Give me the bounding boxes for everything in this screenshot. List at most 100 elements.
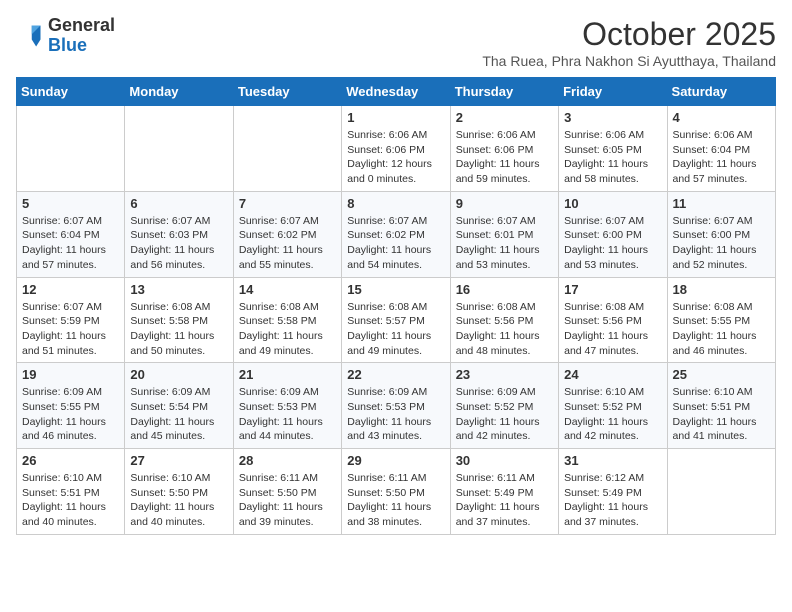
day-number: 21	[239, 367, 336, 382]
day-info: Sunrise: 6:08 AM Sunset: 5:57 PM Dayligh…	[347, 300, 444, 359]
day-number: 25	[673, 367, 770, 382]
weekday-header: Thursday	[450, 78, 558, 106]
day-number: 12	[22, 282, 119, 297]
weekday-header: Monday	[125, 78, 233, 106]
calendar-cell: 17Sunrise: 6:08 AM Sunset: 5:56 PM Dayli…	[559, 277, 667, 363]
calendar-table: SundayMondayTuesdayWednesdayThursdayFrid…	[16, 77, 776, 535]
day-info: Sunrise: 6:09 AM Sunset: 5:53 PM Dayligh…	[347, 385, 444, 444]
day-info: Sunrise: 6:12 AM Sunset: 5:49 PM Dayligh…	[564, 471, 661, 530]
calendar-cell: 5Sunrise: 6:07 AM Sunset: 6:04 PM Daylig…	[17, 191, 125, 277]
subtitle: Tha Ruea, Phra Nakhon Si Ayutthaya, Thai…	[482, 53, 776, 69]
day-info: Sunrise: 6:06 AM Sunset: 6:06 PM Dayligh…	[456, 128, 553, 187]
day-number: 18	[673, 282, 770, 297]
weekday-header: Saturday	[667, 78, 775, 106]
weekday-header: Wednesday	[342, 78, 450, 106]
calendar-cell: 3 Sunrise: 6:06 AM Sunset: 6:05 PM Daylig…	[559, 106, 667, 192]
day-number: 15	[347, 282, 444, 297]
day-info: Sunrise: 6:07 AM Sunset: 6:03 PM Dayligh…	[130, 214, 227, 273]
day-number: 22	[347, 367, 444, 382]
day-info: Sunrise: 6:07 AM Sunset: 6:01 PM Dayligh…	[456, 214, 553, 273]
calendar-cell: 2Sunrise: 6:06 AM Sunset: 6:06 PM Daylig…	[450, 106, 558, 192]
calendar-cell: 23Sunrise: 6:09 AM Sunset: 5:52 PM Dayli…	[450, 363, 558, 449]
day-info: Sunrise: 6:08 AM Sunset: 5:55 PM Dayligh…	[673, 300, 770, 359]
day-number: 19	[22, 367, 119, 382]
day-number: 27	[130, 453, 227, 468]
day-info: Sunrise: 6:10 AM Sunset: 5:51 PM Dayligh…	[673, 385, 770, 444]
day-info: Sunrise: 6:06 AM Sunset: 6:04 PM Dayligh…	[673, 128, 770, 187]
calendar-cell: 13 Sunrise: 6:08 AM Sunset: 5:58 PM Dayli…	[125, 277, 233, 363]
calendar-week-row: 12 Sunrise: 6:07 AM Sunset: 5:59 PM Dayli…	[17, 277, 776, 363]
day-number: 7	[239, 196, 336, 211]
day-info: Sunrise: 6:08 AM Sunset: 5:58 PM Dayligh…	[239, 300, 336, 359]
day-info: Sunrise: 6:09 AM Sunset: 5:52 PM Dayligh…	[456, 385, 553, 444]
logo-icon	[16, 22, 44, 50]
day-info: Sunrise: 6:07 AM Sunset: 6:02 PM Dayligh…	[347, 214, 444, 273]
day-info: Sunrise: 6:07 AM Sunset: 5:59 PM Dayligh…	[22, 300, 119, 359]
day-number: 13	[130, 282, 227, 297]
calendar-cell: 6Sunrise: 6:07 AM Sunset: 6:03 PM Daylig…	[125, 191, 233, 277]
day-info: Sunrise: 6:11 AM Sunset: 5:50 PM Dayligh…	[347, 471, 444, 530]
day-info: Sunrise: 6:10 AM Sunset: 5:52 PM Dayligh…	[564, 385, 661, 444]
day-info: Sunrise: 6:11 AM Sunset: 5:50 PM Dayligh…	[239, 471, 336, 530]
calendar-cell: 31 Sunrise: 6:12 AM Sunset: 5:49 PM Dayli…	[559, 449, 667, 535]
logo-text: General Blue	[48, 16, 115, 56]
calendar-cell: 20 Sunrise: 6:09 AM Sunset: 5:54 PM Dayli…	[125, 363, 233, 449]
day-number: 3	[564, 110, 661, 125]
day-number: 31	[564, 453, 661, 468]
calendar-cell: 8 Sunrise: 6:07 AM Sunset: 6:02 PM Daylig…	[342, 191, 450, 277]
calendar-cell: 16 Sunrise: 6:08 AM Sunset: 5:56 PM Dayli…	[450, 277, 558, 363]
day-number: 28	[239, 453, 336, 468]
day-number: 5	[22, 196, 119, 211]
calendar-cell: 1Sunrise: 6:06 AM Sunset: 6:06 PM Daylig…	[342, 106, 450, 192]
day-number: 17	[564, 282, 661, 297]
day-info: Sunrise: 6:09 AM Sunset: 5:55 PM Dayligh…	[22, 385, 119, 444]
calendar-cell: 28 Sunrise: 6:11 AM Sunset: 5:50 PM Dayli…	[233, 449, 341, 535]
day-info: Sunrise: 6:07 AM Sunset: 6:02 PM Dayligh…	[239, 214, 336, 273]
title-block: October 2025 Tha Ruea, Phra Nakhon Si Ay…	[482, 16, 776, 69]
calendar-cell	[125, 106, 233, 192]
day-number: 4	[673, 110, 770, 125]
day-number: 16	[456, 282, 553, 297]
calendar-cell: 19 Sunrise: 6:09 AM Sunset: 5:55 PM Dayli…	[17, 363, 125, 449]
calendar-cell: 11Sunrise: 6:07 AM Sunset: 6:00 PM Dayli…	[667, 191, 775, 277]
day-info: Sunrise: 6:08 AM Sunset: 5:56 PM Dayligh…	[456, 300, 553, 359]
weekday-header: Tuesday	[233, 78, 341, 106]
day-number: 14	[239, 282, 336, 297]
calendar-cell: 30 Sunrise: 6:11 AM Sunset: 5:49 PM Dayli…	[450, 449, 558, 535]
calendar-cell	[17, 106, 125, 192]
day-info: Sunrise: 6:09 AM Sunset: 5:54 PM Dayligh…	[130, 385, 227, 444]
calendar-cell: 18 Sunrise: 6:08 AM Sunset: 5:55 PM Dayli…	[667, 277, 775, 363]
day-info: Sunrise: 6:09 AM Sunset: 5:53 PM Dayligh…	[239, 385, 336, 444]
calendar-cell: 27 Sunrise: 6:10 AM Sunset: 5:50 PM Dayli…	[125, 449, 233, 535]
day-number: 11	[673, 196, 770, 211]
calendar-cell: 7 Sunrise: 6:07 AM Sunset: 6:02 PM Daylig…	[233, 191, 341, 277]
logo: General Blue	[16, 16, 115, 56]
day-info: Sunrise: 6:10 AM Sunset: 5:50 PM Dayligh…	[130, 471, 227, 530]
calendar-week-row: 19 Sunrise: 6:09 AM Sunset: 5:55 PM Dayli…	[17, 363, 776, 449]
page-header: General Blue October 2025 Tha Ruea, Phra…	[16, 16, 776, 69]
calendar-cell: 10Sunrise: 6:07 AM Sunset: 6:00 PM Dayli…	[559, 191, 667, 277]
calendar-week-row: 1Sunrise: 6:06 AM Sunset: 6:06 PM Daylig…	[17, 106, 776, 192]
day-info: Sunrise: 6:11 AM Sunset: 5:49 PM Dayligh…	[456, 471, 553, 530]
calendar-cell: 12 Sunrise: 6:07 AM Sunset: 5:59 PM Dayli…	[17, 277, 125, 363]
day-number: 29	[347, 453, 444, 468]
calendar-week-row: 26Sunrise: 6:10 AM Sunset: 5:51 PM Dayli…	[17, 449, 776, 535]
day-info: Sunrise: 6:07 AM Sunset: 6:00 PM Dayligh…	[564, 214, 661, 273]
day-number: 30	[456, 453, 553, 468]
calendar-cell: 29 Sunrise: 6:11 AM Sunset: 5:50 PM Dayli…	[342, 449, 450, 535]
day-number: 8	[347, 196, 444, 211]
day-info: Sunrise: 6:06 AM Sunset: 6:05 PM Dayligh…	[564, 128, 661, 187]
day-info: Sunrise: 6:10 AM Sunset: 5:51 PM Dayligh…	[22, 471, 119, 530]
calendar-cell: 22 Sunrise: 6:09 AM Sunset: 5:53 PM Dayli…	[342, 363, 450, 449]
month-title: October 2025	[482, 16, 776, 53]
weekday-header-row: SundayMondayTuesdayWednesdayThursdayFrid…	[17, 78, 776, 106]
day-number: 20	[130, 367, 227, 382]
calendar-week-row: 5Sunrise: 6:07 AM Sunset: 6:04 PM Daylig…	[17, 191, 776, 277]
calendar-cell: 9Sunrise: 6:07 AM Sunset: 6:01 PM Daylig…	[450, 191, 558, 277]
calendar-cell: 21 Sunrise: 6:09 AM Sunset: 5:53 PM Dayli…	[233, 363, 341, 449]
calendar-cell	[667, 449, 775, 535]
day-info: Sunrise: 6:08 AM Sunset: 5:58 PM Dayligh…	[130, 300, 227, 359]
day-info: Sunrise: 6:06 AM Sunset: 6:06 PM Dayligh…	[347, 128, 444, 187]
calendar-cell: 25 Sunrise: 6:10 AM Sunset: 5:51 PM Dayli…	[667, 363, 775, 449]
calendar-cell: 26Sunrise: 6:10 AM Sunset: 5:51 PM Dayli…	[17, 449, 125, 535]
